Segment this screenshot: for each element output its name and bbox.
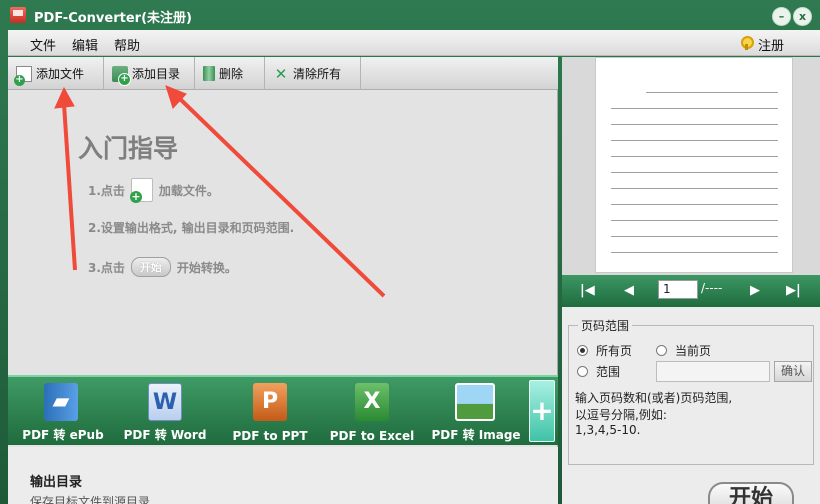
next-page-button[interactable]: ▶	[750, 283, 760, 298]
prev-page-button[interactable]: ◀	[624, 283, 634, 298]
menu-help[interactable]: 帮助	[114, 35, 140, 54]
key-icon	[740, 36, 754, 50]
app-logo-icon	[10, 7, 26, 23]
title-bar: PDF-Converter(未注册) – x	[0, 0, 820, 30]
word-icon: W	[148, 383, 182, 421]
radio-dot	[577, 345, 588, 356]
delete-label: 删除	[219, 67, 244, 81]
convert-word-button[interactable]: W PDF 转 Word	[110, 377, 220, 447]
all-pages-label: 所有页	[596, 344, 633, 358]
clear-x-icon: ✕	[274, 64, 288, 83]
convert-ppt-label: PDF to PPT	[232, 429, 308, 443]
text-line	[611, 188, 778, 189]
confirm-button[interactable]: 确认	[774, 361, 812, 382]
step3-text-b: 开始转换。	[176, 260, 237, 275]
epub-book-icon: ▰	[44, 383, 78, 421]
convert-image-button[interactable]: PDF 转 Image	[421, 377, 531, 447]
current-page-label: 当前页	[675, 344, 712, 358]
page-nav-bar: |◀ ◀ 1 /---- ▶ ▶|	[562, 275, 820, 307]
add-file-icon[interactable]	[129, 178, 153, 203]
register-link[interactable]: 注册	[758, 35, 784, 54]
convert-epub-label: PDF 转 ePub	[22, 428, 104, 442]
page-number-input[interactable]: 1	[658, 280, 698, 299]
clear-all-label: 清除所有	[293, 67, 342, 81]
radio-dot	[577, 366, 588, 377]
range-hint-2: 以逗号分隔,例如:	[575, 408, 667, 422]
page-range-legend: 页码范围	[578, 317, 633, 334]
text-line	[611, 220, 778, 221]
convert-excel-button[interactable]: X PDF to Excel	[317, 377, 427, 447]
range-label: 范围	[596, 365, 621, 379]
guide-step-2: 2.设置输出格式, 输出目录和页码范围.	[88, 221, 295, 235]
preview-page	[595, 57, 793, 273]
trash-icon	[203, 66, 215, 81]
text-line	[611, 236, 778, 237]
add-file-icon	[14, 65, 32, 86]
add-folder-button[interactable]: 添加目录	[104, 57, 195, 90]
text-line	[611, 156, 778, 157]
converter-bar: ▰ PDF 转 ePub W PDF 转 Word P PDF to PPT X…	[8, 375, 558, 445]
output-section: 输出目录 保存目标文件到源目录	[8, 447, 558, 504]
add-file-label: 添加文件	[36, 67, 85, 81]
convert-excel-label: PDF to Excel	[329, 429, 415, 443]
menu-bar: 文件 编辑 帮助 注册	[8, 30, 820, 56]
step1-text-a: 1.点击	[88, 183, 125, 198]
add-converter-button[interactable]: +	[529, 380, 555, 442]
text-line	[611, 204, 778, 205]
window-title: PDF-Converter(未注册)	[34, 11, 192, 26]
page-preview	[562, 57, 820, 275]
menu-file[interactable]: 文件	[30, 35, 56, 54]
preview-panel: |◀ ◀ 1 /---- ▶ ▶| 页码范围 所有页 当前页 范围 确认 输入页…	[562, 57, 820, 504]
app-window: PDF-Converter(未注册) – x 文件 编辑 帮助 注册 添加文件 …	[0, 0, 820, 504]
output-option-source-dir[interactable]: 保存目标文件到源目录	[30, 493, 150, 504]
guide-step-3: 3.点击 开始 开始转换。	[88, 257, 237, 277]
menu-edit[interactable]: 编辑	[72, 35, 98, 54]
all-pages-radio[interactable]: 所有页	[577, 342, 632, 359]
text-line	[646, 92, 778, 93]
add-folder-icon	[112, 65, 131, 86]
convert-ppt-button[interactable]: P PDF to PPT	[215, 377, 325, 447]
add-file-button[interactable]: 添加文件	[8, 57, 104, 90]
close-button[interactable]: x	[794, 8, 811, 25]
last-page-button[interactable]: ▶|	[786, 283, 801, 298]
range-radio[interactable]: 范围	[577, 363, 620, 380]
text-line	[611, 140, 778, 141]
convert-image-label: PDF 转 Image	[431, 428, 521, 442]
range-input[interactable]	[656, 361, 770, 382]
powerpoint-icon: P	[253, 383, 287, 421]
convert-epub-button[interactable]: ▰ PDF 转 ePub	[8, 377, 118, 447]
guide-step-1: 1.点击 加载文件。	[88, 178, 219, 203]
first-page-button[interactable]: |◀	[580, 283, 595, 298]
step3-text-a: 3.点击	[88, 260, 125, 275]
toolbar: 添加文件 添加目录 删除 ✕ 清除所有	[8, 57, 558, 90]
convert-word-label: PDF 转 Word	[123, 428, 207, 442]
add-folder-label: 添加目录	[132, 67, 181, 81]
text-line	[611, 124, 778, 125]
page-total: /----	[701, 281, 723, 295]
start-mini-button[interactable]: 开始	[130, 257, 171, 277]
text-line	[611, 252, 778, 253]
current-page-radio[interactable]: 当前页	[656, 342, 711, 359]
image-icon	[455, 383, 495, 421]
output-title: 输出目录	[30, 475, 83, 490]
excel-icon: X	[355, 383, 389, 421]
text-line	[611, 108, 778, 109]
guide-title: 入门指导	[78, 134, 179, 163]
range-hint-3: 1,3,4,5-10.	[575, 423, 641, 437]
delete-button[interactable]: 删除	[195, 57, 265, 90]
file-panel: 添加文件 添加目录 删除 ✕ 清除所有 入门指导 1.点击 加载文件。 2.设置…	[8, 57, 558, 504]
radio-dot	[656, 345, 667, 356]
text-line	[611, 172, 778, 173]
step1-text-b: 加载文件。	[158, 183, 219, 198]
start-button[interactable]: 开始	[708, 482, 794, 504]
clear-all-button[interactable]: ✕ 清除所有	[265, 57, 361, 90]
range-hint-1: 输入页码数和(或者)页码范围,	[575, 391, 733, 405]
minimize-button[interactable]: –	[773, 8, 790, 25]
